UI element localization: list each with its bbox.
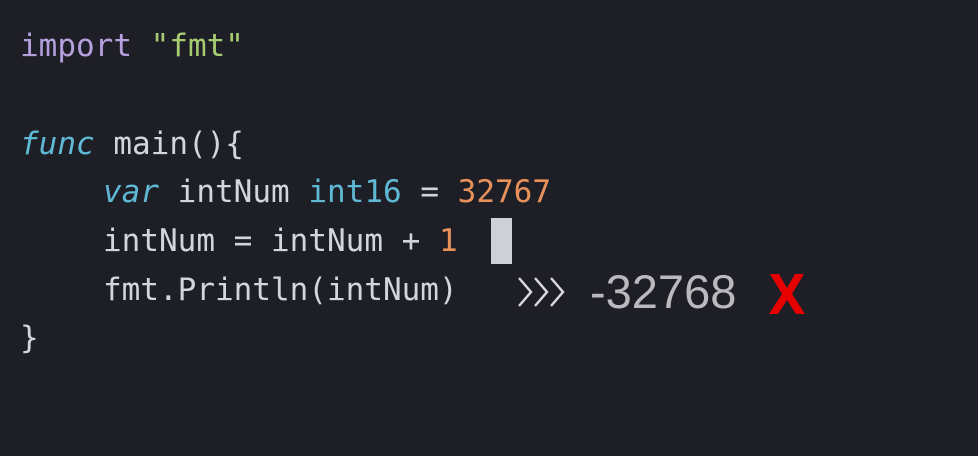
number-literal: 1 [439,223,458,259]
code-line-increment: intNum = intNum + 1 [20,219,458,263]
var-ident: intNum [177,174,290,210]
number-literal: 32767 [457,174,551,210]
rhs-ident: intNum [271,223,383,259]
lhs-ident: intNum [103,223,215,259]
code-editor[interactable]: import "fmt" func main(){ var intNum int… [0,0,978,456]
assign-op: = [420,174,439,210]
x-cross-icon [769,274,805,314]
func-signature: main(){ [113,126,244,162]
code-line-println: fmt.Println(intNum) [20,268,458,312]
output-value: -32768 [590,265,737,318]
plus-op: + [401,223,421,259]
text-cursor [491,218,512,264]
assign-op: = [233,223,253,259]
code-line-var: var intNum int16 = 32767 [20,170,551,214]
keyword-var: var [103,174,159,210]
import-string: "fmt" [150,28,244,64]
keyword-import: import [20,28,132,64]
code-line-import: import "fmt" [20,24,244,68]
code-line-func: func main(){ [20,122,244,166]
chevron-right-icon [518,277,565,307]
closing-brace: } [20,320,39,356]
keyword-func: func [20,126,95,162]
code-line-close-brace: } [20,316,39,360]
type-int16: int16 [308,174,402,210]
println-call: fmt.Println(intNum) [103,272,458,308]
